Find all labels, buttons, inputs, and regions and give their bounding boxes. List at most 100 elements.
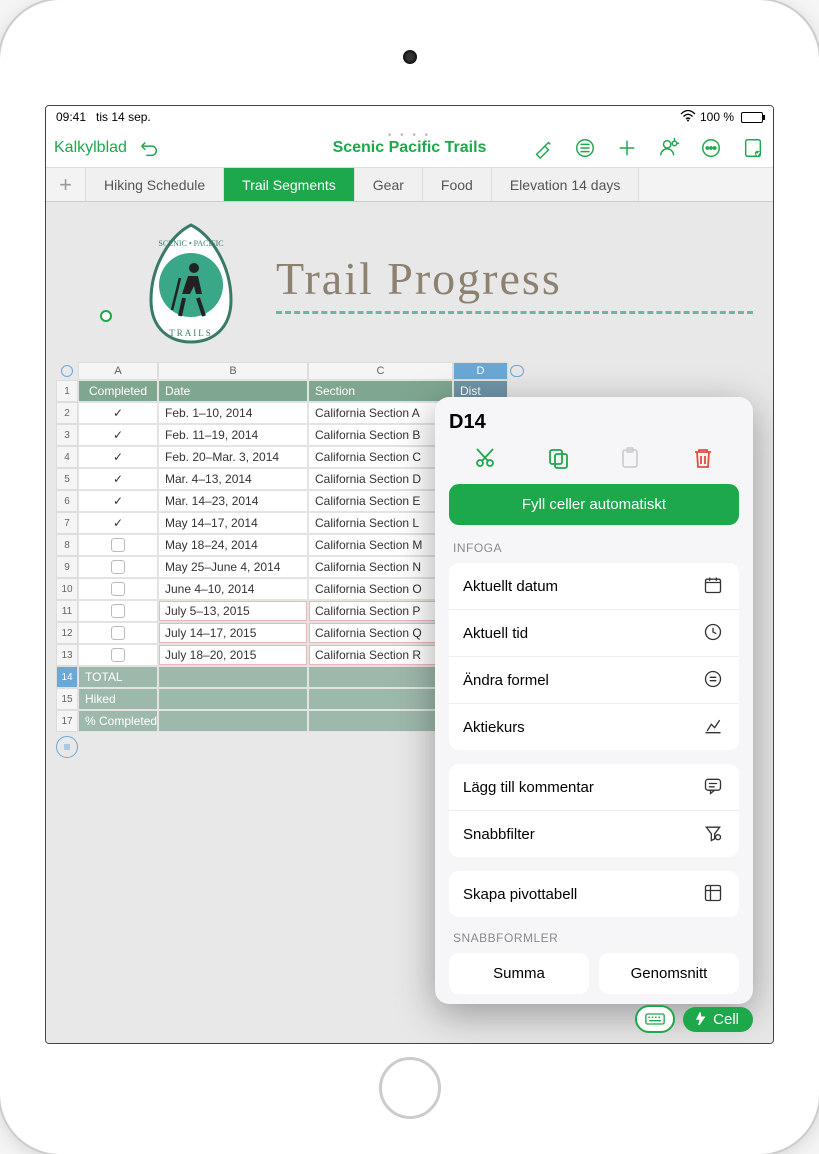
col-header-d[interactable]: D <box>453 362 508 380</box>
selection-handle[interactable] <box>100 310 112 322</box>
cell-completed[interactable] <box>78 534 158 556</box>
col-header-c[interactable]: C <box>308 362 453 380</box>
cell-completed[interactable]: ✓ <box>78 490 158 512</box>
hiked-label[interactable]: Hiked <box>78 688 158 710</box>
cell-completed[interactable]: ✓ <box>78 512 158 534</box>
header-section[interactable]: Section <box>308 380 453 402</box>
total-label[interactable]: TOTAL <box>78 666 158 688</box>
sheet-tab[interactable]: Elevation 14 days <box>492 168 640 201</box>
spreadsheet-canvas[interactable]: SCENIC • PACIFIC TRAILS Trail Progress A… <box>46 202 773 1043</box>
cell-date[interactable]: July 18–20, 2015 <box>158 644 308 666</box>
col-header-b[interactable]: B <box>158 362 308 380</box>
cell-date[interactable]: Feb. 1–10, 2014 <box>158 402 308 424</box>
row-number[interactable]: 9 <box>56 556 78 578</box>
cell-section[interactable]: California Section Q <box>308 622 453 644</box>
cut-button[interactable] <box>471 444 499 472</box>
autofill-button[interactable]: Fyll celler automatiskt <box>449 484 739 525</box>
cell-completed[interactable] <box>78 644 158 666</box>
col-header-a[interactable]: A <box>78 362 158 380</box>
row-number[interactable]: 1 <box>56 380 78 402</box>
cell-section[interactable]: California Section O <box>308 578 453 600</box>
column-headers[interactable]: A B C D <box>56 362 763 380</box>
sheet-tab[interactable]: Trail Segments <box>224 168 355 201</box>
row-number[interactable]: 15 <box>56 688 78 710</box>
cell-section[interactable]: California Section E <box>308 490 453 512</box>
cell-date[interactable]: July 14–17, 2015 <box>158 622 308 644</box>
row-number[interactable]: 10 <box>56 578 78 600</box>
text-format-icon[interactable] <box>573 136 597 160</box>
copy-button[interactable] <box>544 444 572 472</box>
undo-button[interactable] <box>137 136 161 160</box>
cell-completed[interactable]: ✓ <box>78 468 158 490</box>
cell-section[interactable]: California Section D <box>308 468 453 490</box>
cell-section[interactable]: California Section N <box>308 556 453 578</box>
cell-completed[interactable]: ✓ <box>78 424 158 446</box>
cell-date[interactable]: Mar. 4–13, 2014 <box>158 468 308 490</box>
cell-date[interactable]: Feb. 11–19, 2014 <box>158 424 308 446</box>
row-number[interactable]: 5 <box>56 468 78 490</box>
cell-date[interactable]: May 25–June 4, 2014 <box>158 556 308 578</box>
cell-section[interactable]: California Section R <box>308 644 453 666</box>
row-number[interactable]: 11 <box>56 600 78 622</box>
row-number[interactable]: 4 <box>56 446 78 468</box>
sheet-tab[interactable]: Gear <box>355 168 423 201</box>
cell-date[interactable]: June 4–10, 2014 <box>158 578 308 600</box>
cell-completed[interactable]: ✓ <box>78 402 158 424</box>
cell-date[interactable]: Feb. 20–Mar. 3, 2014 <box>158 446 308 468</box>
popover-item[interactable]: Snabbfilter <box>449 811 739 857</box>
row-number[interactable]: 12 <box>56 622 78 644</box>
header-completed[interactable]: Completed <box>78 380 158 402</box>
row-number[interactable]: 7 <box>56 512 78 534</box>
format-brush-icon[interactable] <box>531 136 555 160</box>
cell-mode-button[interactable]: Cell <box>683 1007 753 1032</box>
quick-sum-button[interactable]: Summa <box>449 953 589 994</box>
cell-section[interactable]: California Section A <box>308 402 453 424</box>
add-row-handle[interactable] <box>56 736 78 758</box>
cell-date[interactable]: May 18–24, 2014 <box>158 534 308 556</box>
row-number[interactable]: 3 <box>56 424 78 446</box>
back-button[interactable]: Kalkylblad <box>54 139 127 157</box>
cell-date[interactable]: May 14–17, 2014 <box>158 512 308 534</box>
cell-completed[interactable] <box>78 622 158 644</box>
row-number[interactable]: 2 <box>56 402 78 424</box>
popover-item[interactable]: Lägg till kommentar <box>449 764 739 811</box>
add-column-handle[interactable] <box>510 365 524 377</box>
sheet-tab[interactable]: Hiking Schedule <box>86 168 224 201</box>
cell-section[interactable]: California Section B <box>308 424 453 446</box>
cell-date[interactable]: July 5–13, 2015 <box>158 600 308 622</box>
cell-section[interactable]: California Section M <box>308 534 453 556</box>
row-number[interactable]: 17 <box>56 710 78 732</box>
row-number[interactable]: 8 <box>56 534 78 556</box>
cell-completed[interactable] <box>78 556 158 578</box>
cell-completed[interactable] <box>78 578 158 600</box>
popover-item[interactable]: Aktiekurs <box>449 704 739 750</box>
document-title[interactable]: Scenic Pacific Trails <box>333 139 487 157</box>
collaborate-icon[interactable] <box>657 136 681 160</box>
cell-completed[interactable]: ✓ <box>78 446 158 468</box>
popover-item[interactable]: Aktuell tid <box>449 610 739 657</box>
cell-section[interactable]: California Section P <box>308 600 453 622</box>
table-corner-handle[interactable] <box>61 365 73 377</box>
header-date[interactable]: Date <box>158 380 308 402</box>
cell-completed[interactable] <box>78 600 158 622</box>
delete-button[interactable] <box>689 444 717 472</box>
inspector-icon[interactable] <box>741 136 765 160</box>
add-sheet-button[interactable]: + <box>46 168 86 201</box>
popover-item[interactable]: Skapa pivottabell <box>449 871 739 917</box>
cell-section[interactable]: California Section C <box>308 446 453 468</box>
add-icon[interactable] <box>615 136 639 160</box>
sheet-tab[interactable]: Food <box>423 168 492 201</box>
quick-avg-button[interactable]: Genomsnitt <box>599 953 739 994</box>
popover-item[interactable]: Aktuellt datum <box>449 563 739 610</box>
row-number[interactable]: 14 <box>56 666 78 688</box>
ipad-home-button[interactable] <box>379 1057 441 1119</box>
row-number[interactable]: 6 <box>56 490 78 512</box>
pct-label[interactable]: % Completed <box>78 710 158 732</box>
row-number[interactable]: 13 <box>56 644 78 666</box>
paste-button[interactable] <box>616 444 644 472</box>
more-icon[interactable] <box>699 136 723 160</box>
keyboard-button[interactable] <box>635 1005 675 1033</box>
popover-item[interactable]: Ändra formel <box>449 657 739 704</box>
cell-date[interactable]: Mar. 14–23, 2014 <box>158 490 308 512</box>
cell-section[interactable]: California Section L <box>308 512 453 534</box>
